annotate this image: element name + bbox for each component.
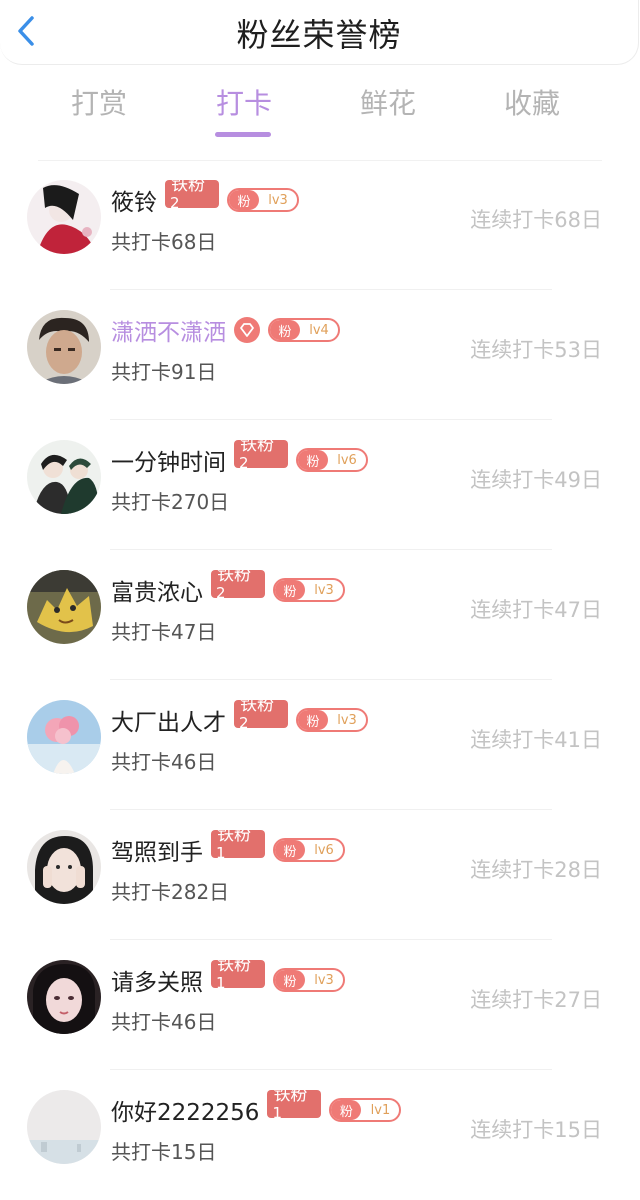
list-item[interactable]: 大厂出人才 铁粉 2 粉 lv3 共打卡46日 连续打卡41日 bbox=[0, 680, 640, 810]
page-title: 粉丝荣誉榜 bbox=[236, 16, 402, 54]
badge-rank: 2 bbox=[239, 454, 249, 469]
badge-rank: 2 bbox=[170, 194, 180, 209]
fan-level: lv4 bbox=[309, 322, 329, 338]
tab-favorites[interactable]: 收藏 bbox=[472, 82, 592, 122]
streak-days: 连续打卡49日 bbox=[470, 468, 602, 492]
fan-level-badge: 粉 lv3 bbox=[296, 708, 368, 732]
username: 大厂出人才 bbox=[111, 710, 226, 736]
iron-fan-badge: 铁粉 2 bbox=[234, 700, 288, 728]
total-checkins: 共打卡47日 bbox=[111, 620, 217, 644]
user-avatar[interactable] bbox=[27, 180, 101, 254]
fan-level: lv3 bbox=[337, 712, 357, 728]
badge-rank: 1 bbox=[216, 844, 226, 859]
total-checkins: 共打卡282日 bbox=[111, 880, 230, 904]
badge-text: 铁粉 bbox=[217, 960, 251, 975]
fan-label: 粉 bbox=[270, 320, 300, 340]
badge-rank: 2 bbox=[239, 714, 249, 729]
username: 你好2222256 bbox=[111, 1100, 260, 1126]
fan-level-badge: 粉 lv3 bbox=[227, 188, 299, 212]
badge-text: 铁粉 bbox=[217, 830, 251, 845]
list-item[interactable]: 筱铃 铁粉 2 粉 lv3 共打卡68日 连续打卡68日 bbox=[0, 160, 640, 290]
user-avatar[interactable] bbox=[27, 960, 101, 1034]
tab-bar: 打赏 打卡 鲜花 收藏 bbox=[0, 82, 640, 142]
badge-text: 铁粉 bbox=[240, 700, 274, 715]
fan-level: lv3 bbox=[314, 972, 334, 988]
username: 潇洒不潇洒 bbox=[111, 320, 226, 346]
fan-level: lv3 bbox=[314, 582, 334, 598]
fan-label: 粉 bbox=[275, 970, 305, 990]
badge-text: 铁粉 bbox=[217, 570, 251, 585]
streak-days: 连续打卡15日 bbox=[470, 1118, 602, 1142]
tab-tip[interactable]: 打赏 bbox=[39, 82, 159, 122]
fan-level-badge: 粉 lv1 bbox=[329, 1098, 402, 1122]
total-checkins: 共打卡68日 bbox=[111, 230, 217, 254]
fan-label: 粉 bbox=[229, 190, 259, 210]
streak-days: 连续打卡27日 bbox=[470, 988, 602, 1012]
tab-checkin[interactable]: 打卡 bbox=[184, 82, 304, 137]
user-avatar[interactable] bbox=[27, 310, 101, 384]
badge-rank: 1 bbox=[216, 974, 226, 989]
tab-label: 打赏 bbox=[70, 87, 127, 120]
user-avatar[interactable] bbox=[27, 830, 101, 904]
list-item[interactable]: 你好2222256 铁粉 1 粉 lv1 共打卡15日 连续打卡15日 bbox=[0, 1070, 640, 1200]
streak-days: 连续打卡53日 bbox=[470, 338, 602, 362]
fan-level: lv3 bbox=[268, 192, 288, 208]
user-avatar[interactable] bbox=[27, 1090, 101, 1164]
tab-label: 收藏 bbox=[503, 87, 560, 120]
username: 一分钟时间 bbox=[111, 450, 226, 476]
list-item[interactable]: 潇洒不潇洒 粉 lv4 共打卡91日 连续打卡53日 bbox=[0, 290, 640, 420]
user-avatar[interactable] bbox=[27, 570, 101, 644]
username: 富贵浓心 bbox=[111, 580, 203, 606]
fan-level-badge: 粉 lv6 bbox=[296, 448, 368, 472]
fan-level-badge: 粉 lv3 bbox=[273, 578, 345, 602]
badge-rank: 2 bbox=[216, 584, 226, 599]
total-checkins: 共打卡270日 bbox=[111, 490, 230, 514]
fan-level: lv1 bbox=[370, 1102, 391, 1118]
user-avatar[interactable] bbox=[27, 700, 101, 774]
user-avatar[interactable] bbox=[27, 440, 101, 514]
fan-label: 粉 bbox=[275, 580, 305, 600]
iron-fan-badge: 铁粉 2 bbox=[234, 440, 288, 468]
streak-days: 连续打卡68日 bbox=[470, 208, 602, 232]
tab-label: 鲜花 bbox=[359, 87, 416, 120]
fan-level-badge: 粉 lv6 bbox=[273, 838, 345, 862]
total-checkins: 共打卡46日 bbox=[111, 1010, 217, 1034]
iron-fan-badge: 铁粉 1 bbox=[211, 830, 265, 858]
username: 请多关照 bbox=[111, 970, 203, 996]
fan-label: 粉 bbox=[298, 450, 328, 470]
iron-fan-badge: 铁粉 2 bbox=[165, 180, 219, 208]
iron-fan-badge: 铁粉 2 bbox=[211, 570, 265, 598]
list-item[interactable]: 请多关照 铁粉 1 粉 lv3 共打卡46日 连续打卡27日 bbox=[0, 940, 640, 1070]
total-checkins: 共打卡15日 bbox=[111, 1140, 217, 1164]
badge-text: 铁粉 bbox=[240, 440, 274, 455]
diamond-vip-icon bbox=[234, 317, 260, 343]
tab-flowers[interactable]: 鲜花 bbox=[328, 82, 448, 122]
total-checkins: 共打卡91日 bbox=[111, 360, 217, 384]
fan-level: lv6 bbox=[314, 842, 334, 858]
active-tab-indicator bbox=[215, 132, 271, 137]
list-item[interactable]: 富贵浓心 铁粉 2 粉 lv3 共打卡47日 连续打卡47日 bbox=[0, 550, 640, 680]
total-checkins: 共打卡46日 bbox=[111, 750, 217, 774]
fan-label: 粉 bbox=[275, 840, 305, 860]
list-item[interactable]: 驾照到手 铁粉 1 粉 lv6 共打卡282日 连续打卡28日 bbox=[0, 810, 640, 940]
username: 驾照到手 bbox=[111, 840, 203, 866]
fan-level-badge: 粉 lv3 bbox=[273, 968, 345, 992]
iron-fan-badge: 铁粉 1 bbox=[211, 960, 265, 988]
fan-label: 粉 bbox=[298, 710, 328, 730]
streak-days: 连续打卡41日 bbox=[470, 728, 602, 752]
fan-label: 粉 bbox=[331, 1100, 362, 1120]
fan-level: lv6 bbox=[337, 452, 357, 468]
badge-rank: 1 bbox=[272, 1104, 282, 1119]
fan-level-badge: 粉 lv4 bbox=[268, 318, 340, 342]
header-bar: 粉丝荣誉榜 bbox=[0, 0, 639, 65]
list-item[interactable]: 一分钟时间 铁粉 2 粉 lv6 共打卡270日 连续打卡49日 bbox=[0, 420, 640, 550]
username: 筱铃 bbox=[111, 190, 157, 216]
iron-fan-badge: 铁粉 1 bbox=[267, 1090, 322, 1119]
badge-text: 铁粉 bbox=[171, 180, 205, 195]
streak-days: 连续打卡28日 bbox=[470, 858, 602, 882]
streak-days: 连续打卡47日 bbox=[470, 598, 602, 622]
tab-label: 打卡 bbox=[215, 87, 272, 120]
badge-text: 铁粉 bbox=[273, 1090, 308, 1105]
